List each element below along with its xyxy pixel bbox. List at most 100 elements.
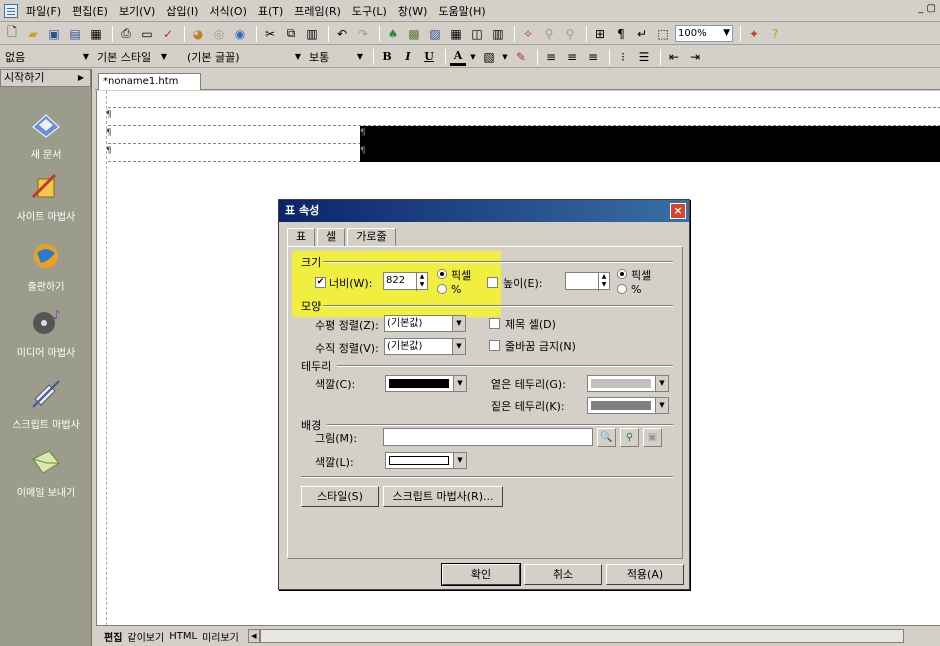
close-button[interactable]: × (670, 203, 686, 219)
highlight-color-icon[interactable]: ▧ (480, 48, 498, 66)
height-input[interactable]: ▲ ▼ (565, 272, 610, 291)
save-icon[interactable]: ▣ (45, 25, 63, 43)
horizontal-scrollbar[interactable] (259, 629, 904, 643)
ok-button[interactable]: 확인 (442, 564, 520, 585)
align-center-icon[interactable]: ≡ (563, 48, 581, 66)
height-percent-radio[interactable] (617, 284, 627, 294)
menu-insert[interactable]: 삽입(I) (166, 3, 198, 19)
insert-layer-icon[interactable]: ▥ (489, 25, 507, 43)
document-tab[interactable]: *noname1.htm (98, 73, 202, 90)
web-image-icon[interactable]: ⚲ (620, 428, 639, 447)
height-checkbox[interactable] (487, 277, 498, 288)
table-row[interactable]: ¶ (106, 108, 940, 126)
scroll-left-icon[interactable]: ◀ (247, 629, 260, 643)
sidebar-item-media-wizard[interactable]: ♪ 미디어 마법사 (0, 307, 92, 359)
paragraph-mark-icon[interactable]: ¶ (612, 25, 630, 43)
menu-format[interactable]: 서식(O) (209, 3, 246, 19)
line-break-icon[interactable]: ↵ (633, 25, 651, 43)
border-color-select[interactable]: ▼ (385, 375, 467, 392)
cancel-button[interactable]: 취소 (524, 564, 602, 585)
guide-lines-icon[interactable]: ⬚ (654, 25, 672, 43)
clear-format-icon[interactable]: ✎ (512, 48, 530, 66)
tab-split[interactable]: 같이보기 (127, 629, 164, 644)
numbered-list-icon[interactable]: ⁝ (614, 48, 632, 66)
sidebar-item-site-wizard[interactable]: 사이트 마법사 (0, 171, 92, 223)
insert-image-icon[interactable]: ▩ (405, 25, 423, 43)
insert-frame-icon[interactable]: ◫ (468, 25, 486, 43)
sidebar-item-new-document[interactable]: 새 문서 (0, 109, 92, 161)
browser-icon[interactable]: ◉ (231, 25, 249, 43)
chevron-down-icon[interactable]: ▼ (501, 48, 509, 66)
open-folder-icon[interactable]: ▰ (24, 25, 42, 43)
image-path-input[interactable] (383, 428, 593, 446)
bold-button[interactable]: B (378, 48, 396, 66)
font-size-select[interactable]: 보통 ▼ (307, 48, 365, 65)
tab-html[interactable]: HTML (169, 631, 197, 642)
link-icon[interactable]: ⚲ (540, 25, 558, 43)
vertical-align-select[interactable]: (기본값) ▼ (384, 338, 466, 355)
font-color-button[interactable]: A (450, 48, 466, 66)
bullet-list-icon[interactable]: ☰ (635, 48, 653, 66)
menu-tools[interactable]: 도구(L) (352, 3, 387, 19)
menu-edit[interactable]: 편집(E) (72, 3, 108, 19)
spellcheck-icon[interactable]: ✓ (159, 25, 177, 43)
selected-table-cell[interactable]: ¶ ¶ (360, 126, 940, 162)
preview-image-icon[interactable]: ▣ (643, 428, 662, 447)
width-input[interactable]: 822 ▲ ▼ (383, 272, 428, 291)
sidebar-header[interactable]: 시작하기 ▶ (0, 69, 91, 87)
italic-button[interactable]: I (399, 48, 417, 66)
align-right-icon[interactable]: ≡ (584, 48, 602, 66)
menu-table[interactable]: 표(T) (258, 3, 283, 19)
style-button[interactable]: 스타일(S) (301, 486, 379, 507)
width-spinner[interactable]: ▲ ▼ (416, 273, 427, 291)
underline-button[interactable]: U (420, 48, 438, 66)
settings-icon[interactable]: ✦ (745, 25, 763, 43)
insert-link-icon[interactable]: ♠ (384, 25, 402, 43)
table-grid-icon[interactable]: ⊞ (591, 25, 609, 43)
menu-window[interactable]: 창(W) (398, 3, 428, 19)
chevron-down-icon[interactable]: ▼ (469, 48, 477, 66)
paste-icon[interactable]: ▥ (303, 25, 321, 43)
paragraph-style-select[interactable]: 없음 ▼ (3, 48, 91, 65)
indent-icon[interactable]: ⇥ (686, 48, 704, 66)
save-all-icon[interactable]: ▤ (66, 25, 84, 43)
sidebar-item-send-email[interactable]: 이메일 보내기 (0, 447, 92, 499)
copy-icon[interactable]: ⧉ (282, 25, 300, 43)
new-file-icon[interactable]: 🗋 (3, 25, 21, 43)
browse-image-icon[interactable]: 🔍 (597, 428, 616, 447)
outdent-icon[interactable]: ⇤ (665, 48, 683, 66)
apply-button[interactable]: 적용(A) (606, 564, 684, 585)
help-icon[interactable]: ? (766, 25, 784, 43)
document-table[interactable]: ¶ ¶ ¶ ¶ ¶ (106, 107, 940, 162)
window-controls[interactable]: _ ▢ (918, 3, 936, 14)
tab-edit[interactable]: 편집 (104, 629, 122, 644)
header-cell-checkbox[interactable] (489, 318, 500, 329)
magic-wand-icon[interactable]: ✧ (519, 25, 537, 43)
insert-table-icon[interactable]: ▦ (447, 25, 465, 43)
tab-table[interactable]: 표 (287, 228, 316, 246)
align-left-icon[interactable]: ≡ (542, 48, 560, 66)
no-wrap-checkbox[interactable] (489, 340, 500, 351)
script-wizard-button[interactable]: 스크립트 마법사(R)... (383, 486, 503, 507)
dialog-titlebar[interactable]: 표 속성 × (279, 200, 689, 222)
undo-icon[interactable]: ↶ (333, 25, 351, 43)
sidebar-item-script-wizard[interactable]: 스크립트 마법사 (0, 379, 92, 431)
app-document-icon[interactable] (4, 3, 18, 18)
menu-file[interactable]: 파일(F) (26, 3, 61, 19)
tab-row[interactable]: 가로줄 (347, 228, 396, 246)
publish-icon[interactable]: ◕ (189, 25, 207, 43)
width-pixel-radio[interactable] (437, 269, 447, 279)
insert-form-icon[interactable]: ▨ (426, 25, 444, 43)
print-preview-icon[interactable]: ▭ (138, 25, 156, 43)
bg-color-select[interactable]: ▼ (385, 452, 467, 469)
redo-icon[interactable]: ↷ (354, 25, 372, 43)
tab-preview[interactable]: 미리보기 (202, 629, 239, 644)
tab-cell[interactable]: 셀 (317, 228, 346, 247)
zoom-select[interactable]: 100% ▼ (675, 25, 733, 42)
light-border-select[interactable]: ▼ (587, 375, 669, 392)
width-percent-radio[interactable] (437, 284, 447, 294)
menu-view[interactable]: 보기(V) (119, 3, 155, 19)
dark-border-select[interactable]: ▼ (587, 397, 669, 414)
style-select[interactable]: 기본 스타일 ▼ (95, 48, 169, 65)
menu-frame[interactable]: 프레임(R) (294, 3, 341, 19)
